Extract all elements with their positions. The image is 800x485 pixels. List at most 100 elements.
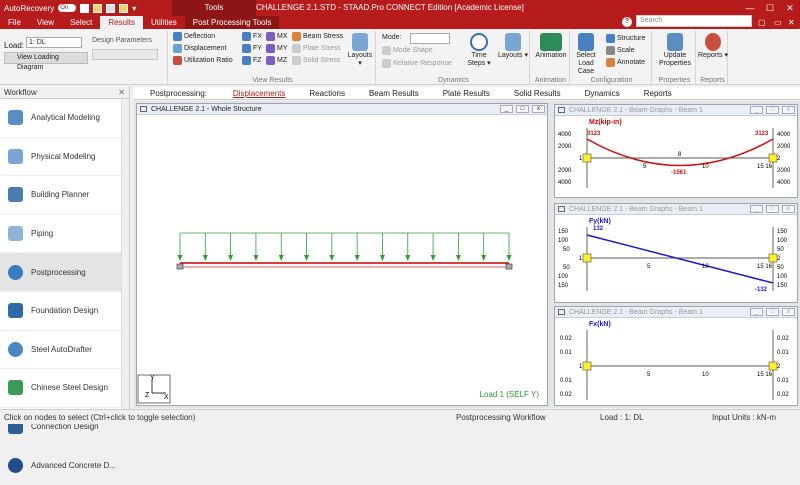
animation-button[interactable]: Animation (534, 33, 568, 60)
window-minimize-icon[interactable]: _ (500, 105, 513, 113)
maximize-icon[interactable]: ☐ (760, 0, 780, 16)
tab-select[interactable]: Select (62, 16, 100, 29)
mz-button[interactable]: MZ (266, 56, 287, 65)
load-arrow-head (177, 255, 183, 261)
postprocessing-label: Postprocessing: (150, 88, 207, 98)
fx-graph-canvas: Fx(kN) 0.02 0.01 1 0.01 0.02 0.02 0.01 2… (560, 321, 789, 400)
fy-icon (242, 44, 251, 53)
reports-icon (705, 33, 721, 51)
mode-select[interactable] (410, 33, 450, 44)
tab-reports[interactable]: Reports (632, 89, 684, 98)
workflow-item-building-planner[interactable]: Building Planner (0, 176, 129, 215)
tab-utilities[interactable]: Utilities (143, 16, 185, 29)
load-arrow-group (177, 233, 512, 261)
mz-graph-window[interactable]: CHALLENGE 2.1 - Beam Graphs - Beam 1 _ □ x… (554, 104, 798, 198)
ribbon-collapse-icon[interactable]: ▢ (758, 16, 766, 29)
folder-icon[interactable] (119, 3, 129, 13)
tab-dynamics[interactable]: Dynamics (573, 89, 632, 98)
minimize-icon[interactable]: — (740, 0, 760, 16)
view-loading-diagram-button[interactable]: View Loading Diagram (4, 52, 88, 71)
view-results-group: Deflection Displacement Utilization Rati… (170, 31, 376, 85)
tab-solid-results[interactable]: Solid Results (502, 89, 573, 98)
tab-plate-results[interactable]: Plate Results (431, 89, 502, 98)
open-folder-icon[interactable] (93, 3, 103, 13)
mz-icon (266, 56, 275, 65)
tab-displacements[interactable]: Displacements (221, 89, 297, 98)
mz-min-value: -1561 (671, 170, 687, 176)
structure-window[interactable]: CHALLENGE 2.1 - Whole Structure _ □ x Y Z … (136, 103, 548, 406)
fx-left-tick-2: 1 (579, 364, 583, 370)
scale-button[interactable]: Scale (606, 46, 635, 55)
animation-group-label: Animation (534, 77, 567, 84)
fy-left-tick-2: 50 (563, 247, 570, 253)
tab-file[interactable]: File (0, 16, 29, 29)
annotate-button[interactable]: Annotate (606, 58, 645, 67)
workflow-item-analytical-modeling[interactable]: Analytical Modeling (0, 99, 129, 138)
utilization-ratio-button[interactable]: Utilization Ratio (173, 56, 233, 65)
fy-graph-window[interactable]: CHALLENGE 2.1 - Beam Graphs - Beam 1 _ □ x… (554, 203, 798, 303)
layouts-button[interactable]: Layouts ▾ (346, 33, 374, 68)
workflow-item-steel-autodrafter[interactable]: Steel AutoDrafter (0, 331, 129, 370)
fx-graph-titlebar: CHALLENGE 2.1 - Beam Graphs - Beam 1 _ □ x (555, 307, 797, 318)
tab-beam-results[interactable]: Beam Results (357, 89, 431, 98)
tab-reactions[interactable]: Reactions (297, 89, 357, 98)
save-icon[interactable] (106, 3, 116, 13)
close-icon[interactable]: ✕ (780, 0, 800, 16)
beam-stress-button[interactable]: Beam Stress (292, 32, 343, 41)
workflow-item-foundation-design[interactable]: Foundation Design (0, 292, 129, 331)
window-maximize-icon[interactable]: □ (766, 205, 779, 213)
dynamics-layouts-button[interactable]: Layouts ▾ (498, 33, 528, 60)
workflow-close-icon[interactable]: ✕ (118, 86, 125, 99)
fy-graph-canvas: Fy(kN) 150 100 50 1 50 100 150 150 100 5… (558, 218, 788, 293)
load-select[interactable]: 1: DL (26, 37, 82, 48)
workflow-item-piping[interactable]: Piping (0, 215, 129, 254)
fy-button[interactable]: FY (242, 44, 262, 53)
help-icon[interactable]: ? (622, 17, 632, 27)
fx-node-1 (582, 361, 592, 371)
window-close-icon[interactable]: x (782, 308, 795, 316)
window-icon (558, 309, 565, 315)
mx-button[interactable]: MX (266, 32, 288, 41)
structure-button[interactable]: Structure (606, 34, 645, 43)
window-maximize-icon[interactable]: □ (766, 106, 779, 114)
film-icon (540, 33, 562, 51)
ribbon-close-icon[interactable]: ✕ (788, 16, 795, 29)
search-input[interactable]: Search (636, 15, 752, 27)
window-close-icon[interactable]: x (782, 205, 795, 213)
window-minimize-icon[interactable]: _ (750, 205, 763, 213)
workflow-item-physical-modeling[interactable]: Physical Modeling (0, 138, 129, 177)
mz-right-value: 3123 (755, 131, 769, 137)
fy-label: Fy(kN) (589, 218, 611, 225)
plate-stress-icon (292, 44, 301, 53)
window-close-icon[interactable]: x (782, 106, 795, 114)
time-steps-button[interactable]: Time Steps ▾ (462, 33, 496, 68)
structure-canvas[interactable]: Y Z X Load 1 (SELF Y) (137, 115, 547, 405)
window-minimize-icon[interactable]: _ (750, 106, 763, 114)
displacement-button[interactable]: Displacement (173, 44, 226, 53)
window-minimize-icon[interactable]: _ (750, 308, 763, 316)
tab-view[interactable]: View (29, 16, 62, 29)
new-file-icon[interactable] (80, 3, 90, 13)
tab-post-processing-tools[interactable]: Post Processing Tools (184, 16, 280, 29)
select-load-case-button[interactable]: Select Load Case (572, 33, 600, 76)
quick-access-dropdown-icon[interactable]: ▾ (132, 4, 136, 13)
window-maximize-icon[interactable]: □ (516, 105, 529, 113)
window-close-icon[interactable]: x (532, 105, 545, 113)
fx-graph-window[interactable]: CHALLENGE 2.1 - Beam Graphs - Beam 1 _ □ x… (554, 306, 798, 406)
autorecovery-toggle[interactable]: On (58, 4, 77, 12)
reports-button[interactable]: Reports ▾ (698, 33, 728, 60)
update-properties-button[interactable]: Update Properties (656, 33, 694, 68)
workflow-item-postprocessing[interactable]: Postprocessing (0, 253, 129, 292)
workflow-item-advanced-concrete-design[interactable]: Advanced Concrete D... (0, 446, 129, 485)
workflow-scrollbar[interactable] (121, 99, 129, 409)
workflow-item-chinese-steel-design[interactable]: Chinese Steel Design (0, 369, 129, 408)
ribbon-restore-icon[interactable]: ▭ (774, 16, 782, 29)
fx-button[interactable]: FX (242, 32, 262, 41)
fz-button[interactable]: FZ (242, 56, 262, 65)
load-arrow-head (405, 255, 411, 261)
my-button[interactable]: MY (266, 44, 288, 53)
deflection-button[interactable]: Deflection (173, 32, 215, 41)
tab-results[interactable]: Results (100, 16, 144, 29)
mz-right-tick-0: 4000 (777, 132, 791, 138)
window-maximize-icon[interactable]: □ (766, 308, 779, 316)
